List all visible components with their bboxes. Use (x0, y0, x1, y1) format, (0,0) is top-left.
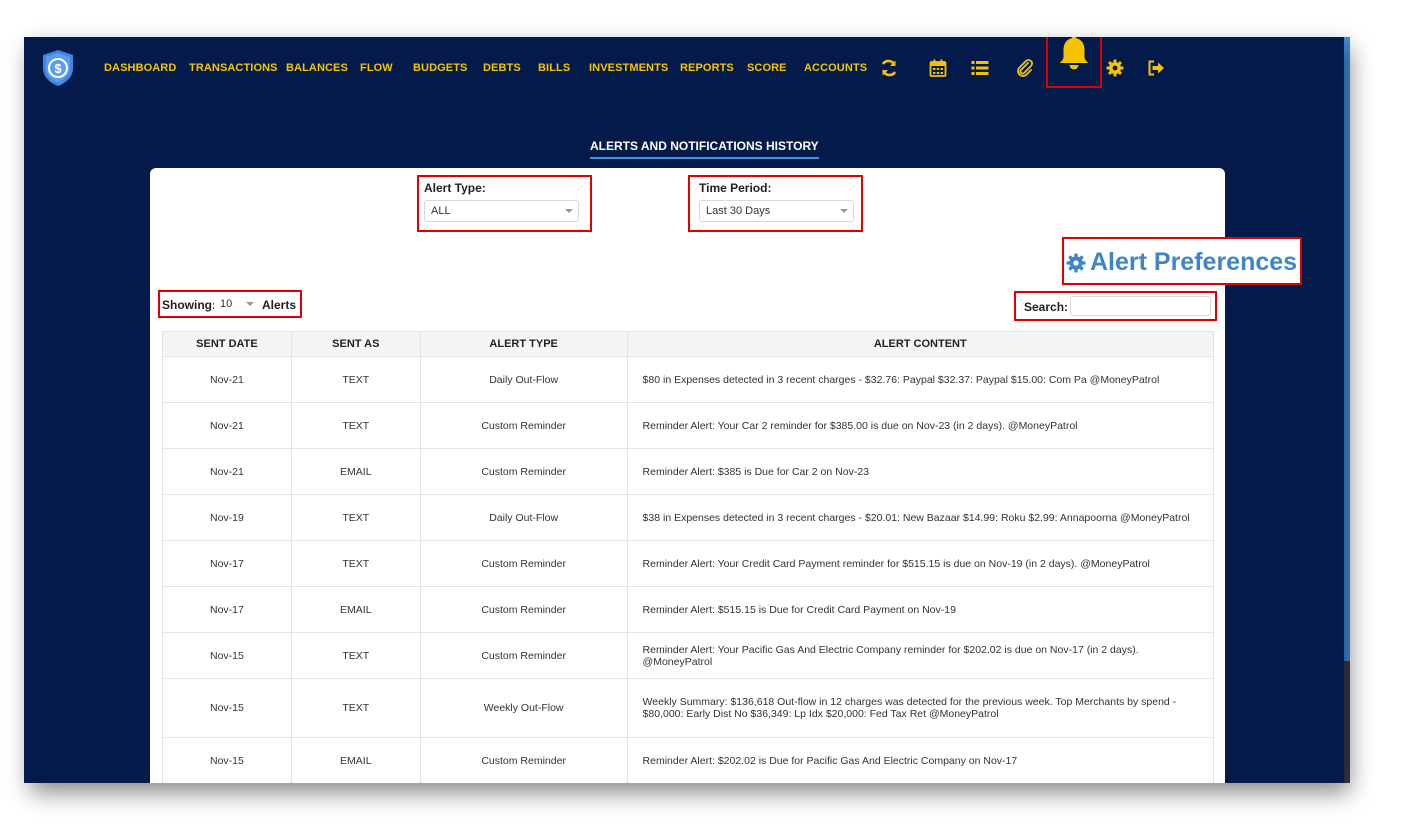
nav-transactions[interactable]: TRANSACTIONS (189, 62, 278, 74)
cell-sent-date: Nov-21 (162, 402, 292, 449)
time-period-select[interactable]: Last 30 Days (699, 200, 854, 222)
alert-type-value: ALL (431, 205, 451, 217)
chevron-down-icon (246, 302, 254, 306)
page-size-value: 10 (220, 298, 233, 310)
scrollbar-thumb[interactable] (1344, 37, 1350, 661)
cell-sent-as: EMAIL (290, 737, 421, 783)
cell-alert-type: Daily Out-Flow (419, 356, 628, 403)
alert-type-label: Alert Type: (424, 181, 486, 195)
table-row: Nov-17 EMAIL Custom Reminder Reminder Al… (162, 586, 1215, 633)
cell-sent-as: TEXT (290, 632, 421, 679)
alert-preferences-button[interactable]: Alert Preferences (1062, 237, 1302, 285)
cell-sent-date: Nov-15 (162, 632, 292, 679)
chevron-down-icon (840, 209, 848, 213)
cell-sent-as: EMAIL (290, 448, 421, 495)
cell-sent-as: TEXT (290, 540, 421, 587)
nav-budgets[interactable]: BUDGETS (413, 62, 467, 74)
table-row: Nov-15 EMAIL Custom Reminder Reminder Al… (162, 737, 1215, 783)
cell-alert-content: $38 in Expenses detected in 3 recent cha… (626, 494, 1215, 541)
cell-alert-type: Custom Reminder (419, 402, 628, 449)
search-input[interactable] (1070, 296, 1211, 316)
calendar-icon[interactable] (929, 59, 947, 77)
cell-sent-as: TEXT (290, 494, 421, 541)
header-sent-as[interactable]: SENT AS (290, 331, 421, 357)
table-row: Nov-15 TEXT Weekly Out-Flow Weekly Summa… (162, 678, 1215, 738)
shield-logo-icon[interactable]: $ (41, 49, 75, 87)
alert-type-select[interactable]: ALL (424, 200, 579, 222)
nav-reports[interactable]: REPORTS (680, 62, 734, 74)
nav-bills[interactable]: BILLS (538, 62, 570, 74)
showing-label: Showing: (162, 298, 216, 312)
table-row: Nov-19 TEXT Daily Out-Flow $38 in Expens… (162, 494, 1215, 541)
cell-alert-type: Custom Reminder (419, 586, 628, 633)
cell-sent-date: Nov-15 (162, 737, 292, 783)
gear-icon (1066, 253, 1086, 273)
header-sent-date[interactable]: SENT DATE (162, 331, 292, 357)
nav-score[interactable]: SCORE (747, 62, 787, 74)
table-row: Nov-15 TEXT Custom Reminder Reminder Ale… (162, 632, 1215, 679)
cell-alert-type: Custom Reminder (419, 448, 628, 495)
page-size-select[interactable]: 10 (214, 294, 260, 314)
cell-alert-type: Custom Reminder (419, 540, 628, 587)
table-row: Nov-21 EMAIL Custom Reminder Reminder Al… (162, 448, 1215, 495)
nav-dashboard[interactable]: DASHBOARD (104, 62, 176, 74)
table-row: Nov-17 TEXT Custom Reminder Reminder Ale… (162, 540, 1215, 587)
cell-alert-type: Custom Reminder (419, 737, 628, 783)
nav-debts[interactable]: DEBTS (483, 62, 521, 74)
paperclip-icon[interactable] (1016, 59, 1034, 77)
gear-icon[interactable] (1106, 59, 1124, 77)
cell-alert-content: Reminder Alert: Your Credit Card Payment… (626, 540, 1215, 587)
header-alert-type[interactable]: ALERT TYPE (419, 331, 628, 357)
page-title: ALERTS AND NOTIFICATIONS HISTORY (590, 139, 819, 159)
cell-alert-content: Reminder Alert: $515.15 is Due for Credi… (626, 586, 1215, 633)
cell-sent-date: Nov-17 (162, 540, 292, 587)
app-window: $ DASHBOARD TRANSACTIONS BALANCES FLOW B… (24, 37, 1344, 783)
refresh-icon[interactable] (880, 59, 898, 77)
cell-alert-type: Custom Reminder (419, 632, 628, 679)
nav-accounts[interactable]: ACCOUNTS (804, 62, 867, 74)
cell-alert-content: Weekly Summary: $136,618 Out-flow in 12 … (626, 678, 1215, 738)
cell-sent-date: Nov-21 (162, 448, 292, 495)
nav-balances[interactable]: BALANCES (286, 62, 348, 74)
chevron-down-icon (565, 209, 573, 213)
time-period-value: Last 30 Days (706, 205, 771, 217)
alerts-bell-button[interactable] (1046, 37, 1102, 88)
nav-investments[interactable]: INVESTMENTS (589, 62, 668, 74)
cell-sent-date: Nov-15 (162, 678, 292, 738)
bell-icon (1059, 37, 1089, 70)
alerts-suffix-label: Alerts (262, 298, 297, 312)
cell-sent-as: TEXT (290, 678, 421, 738)
cell-alert-content: Reminder Alert: $202.02 is Due for Pacif… (626, 737, 1215, 783)
alert-preferences-label: Alert Preferences (1090, 248, 1298, 276)
cell-alert-type: Daily Out-Flow (419, 494, 628, 541)
search-label: Search: (1024, 300, 1069, 314)
nav-flow[interactable]: FLOW (360, 62, 393, 74)
cell-sent-date: Nov-17 (162, 586, 292, 633)
cell-alert-content: Reminder Alert: Your Pacific Gas And Ele… (626, 632, 1215, 679)
cell-alert-content: $80 in Expenses detected in 3 recent cha… (626, 356, 1215, 403)
alerts-table: SENT DATE SENT AS ALERT TYPE ALERT CONTE… (162, 331, 1215, 783)
header-alert-content[interactable]: ALERT CONTENT (626, 331, 1215, 357)
logout-icon[interactable] (1147, 59, 1165, 77)
svg-text:$: $ (54, 61, 62, 76)
cell-alert-content: Reminder Alert: Your Car 2 reminder for … (626, 402, 1215, 449)
cell-sent-as: TEXT (290, 356, 421, 403)
cell-alert-type: Weekly Out-Flow (419, 678, 628, 738)
table-row: Nov-21 TEXT Daily Out-Flow $80 in Expens… (162, 356, 1215, 403)
time-period-label: Time Period: (699, 181, 772, 195)
table-header-row: SENT DATE SENT AS ALERT TYPE ALERT CONTE… (162, 331, 1215, 357)
cell-sent-date: Nov-19 (162, 494, 292, 541)
list-icon[interactable] (971, 59, 989, 77)
cell-sent-date: Nov-21 (162, 356, 292, 403)
cell-alert-content: Reminder Alert: $385 is Due for Car 2 on… (626, 448, 1215, 495)
table-row: Nov-21 TEXT Custom Reminder Reminder Ale… (162, 402, 1215, 449)
cell-sent-as: TEXT (290, 402, 421, 449)
cell-sent-as: EMAIL (290, 586, 421, 633)
